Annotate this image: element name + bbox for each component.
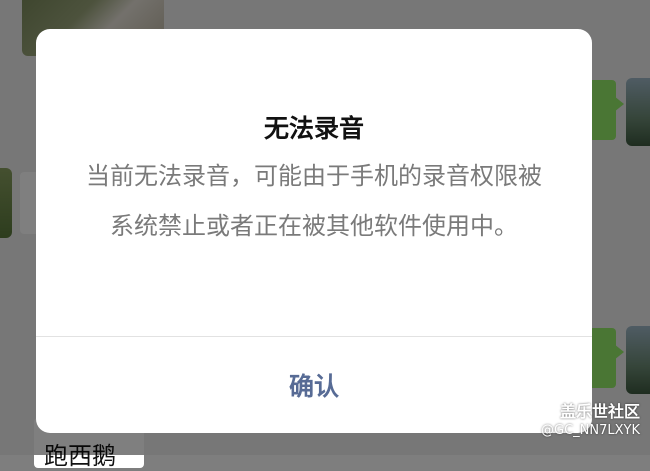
community-watermark: 盖乐世社区 @GC_NN7LXYK [541, 402, 640, 440]
watermark-brand: 盖乐世社区 [559, 402, 640, 421]
confirm-button[interactable]: 确认 [36, 337, 592, 433]
dialog-title: 无法录音 [263, 114, 364, 143]
dialog-message: 当前无法录音，可能由于手机的录音权限被系统禁止或者正在被其他软件使用中。 [86, 162, 542, 240]
record-error-dialog: 无法录音 当前无法录音，可能由于手机的录音权限被系统禁止或者正在被其他软件使用中… [36, 29, 592, 433]
watermark-user: @GC_NN7LXYK [541, 423, 640, 438]
